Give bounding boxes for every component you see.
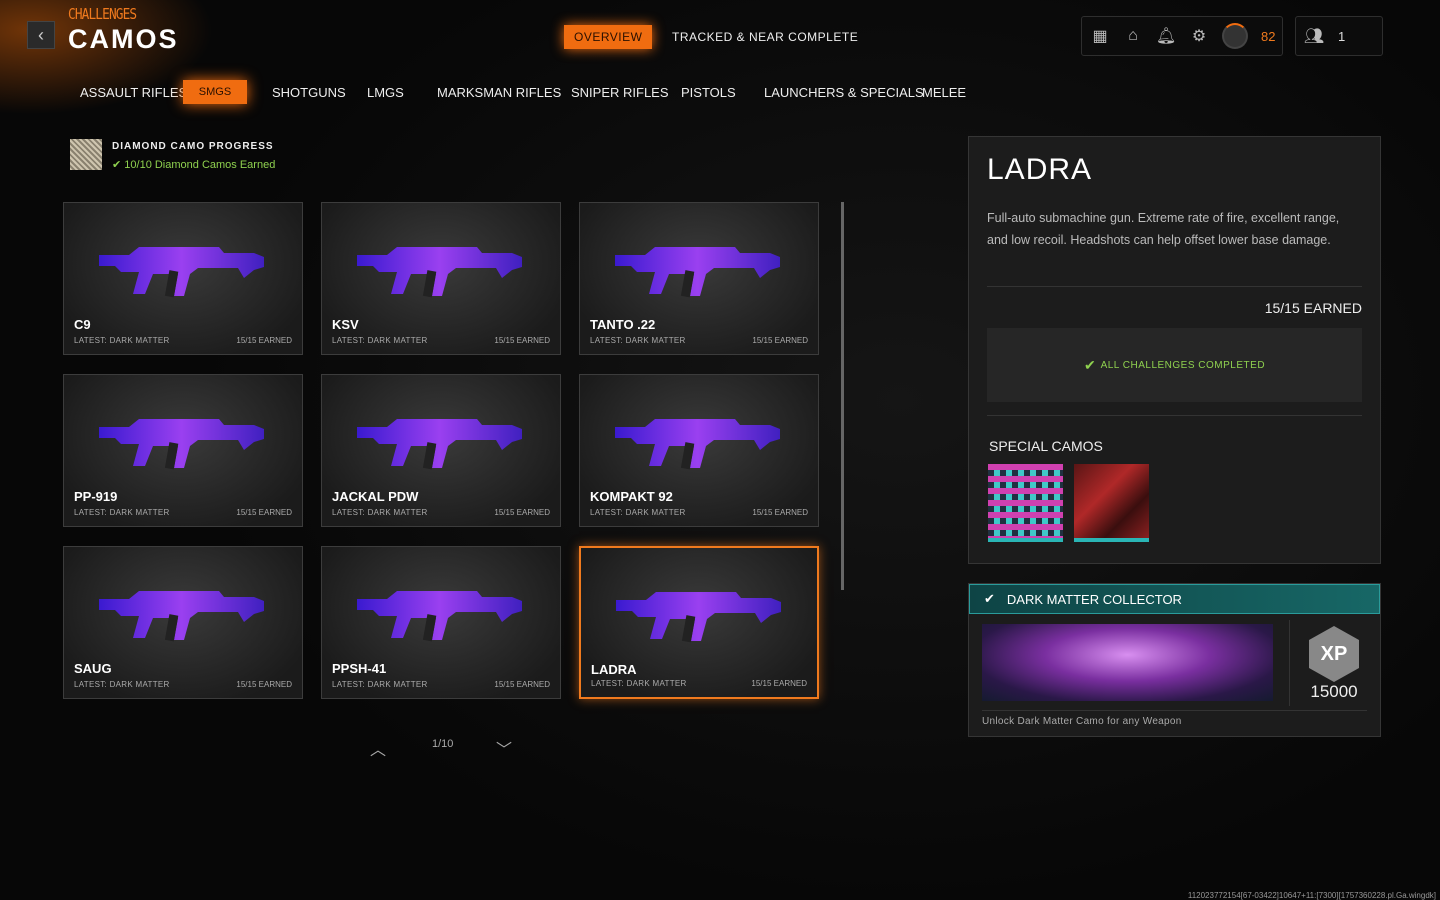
weapon-detail-panel: LADRA Full-auto submachine gun. Extreme … xyxy=(968,136,1381,564)
weapon-card-earned: 15/15 EARNED xyxy=(236,680,292,689)
reward-title: DARK MATTER COLLECTOR xyxy=(1006,591,1182,607)
weapon-card-latest: LATEST: DARK MATTER xyxy=(74,336,170,345)
category-tab-shotguns[interactable]: SHOTGUNS xyxy=(262,80,356,104)
category-tab-melee[interactable]: MELEE xyxy=(912,80,976,104)
party-count: 1 xyxy=(1338,28,1346,44)
diamond-camo-swatch xyxy=(70,139,102,170)
weapon-card[interactable]: C9 LATEST: DARK MATTER 15/15 EARNED xyxy=(63,202,303,355)
check-icon: ✔ xyxy=(112,159,125,171)
weapon-card-earned: 15/15 EARNED xyxy=(752,336,808,345)
weapon-card-name: PPSH-41 xyxy=(332,661,387,676)
weapon-card-earned: 15/15 EARNED xyxy=(494,680,550,689)
check-icon: ✔ xyxy=(984,591,995,606)
xp-icon: XP xyxy=(1309,626,1359,682)
challenges-status: ✔ ALL CHALLENGES COMPLETED xyxy=(987,328,1362,402)
weapon-card-name: KSV xyxy=(332,317,359,332)
page-indicator: 1/10 xyxy=(432,738,454,750)
weapon-card-name: JACKAL PDW xyxy=(332,489,419,504)
gear-icon[interactable]: ⚙ xyxy=(1189,26,1209,46)
weapon-card-name: PP-919 xyxy=(74,489,118,504)
weapon-card[interactable]: JACKAL PDW LATEST: DARK MATTER 15/15 EARNE… xyxy=(321,374,561,527)
weapon-card[interactable]: LADRA LATEST: DARK MATTER 15/15 EARNED xyxy=(579,546,819,699)
weapon-description: Full-auto submachine gun. Extreme rate o… xyxy=(987,211,1340,247)
earned-count: 15/15 EARNED xyxy=(1264,300,1362,316)
weapon-card-latest: LATEST: DARK MATTER xyxy=(74,680,170,689)
page-up-icon[interactable]: ︿ xyxy=(370,736,386,760)
page-title: CAMOS xyxy=(68,24,179,54)
weapon-card-latest: LATEST: DARK MATTER xyxy=(332,680,428,689)
bell-icon[interactable]: 🔔︎ xyxy=(1156,26,1176,46)
reward-header: ✔ DARK MATTER COLLECTOR xyxy=(969,584,1380,614)
weapon-card-name: TANTO .22 xyxy=(590,317,656,332)
divider xyxy=(987,286,1362,287)
weapon-card-earned: 15/15 EARNED xyxy=(751,679,807,688)
breadcrumb: CHALLENGES xyxy=(68,5,137,23)
party-icon: 👥︎ xyxy=(1303,28,1325,45)
weapon-card[interactable]: PPSH-41 LATEST: DARK MATTER 15/15 EARNED xyxy=(321,546,561,699)
weapon-card-name: SAUG xyxy=(74,661,112,676)
check-icon: ✔ xyxy=(1083,356,1101,373)
category-tab-smgs[interactable]: SMGS xyxy=(183,80,247,104)
weapon-card-name: LADRA xyxy=(591,662,637,677)
diamond-progress-status: ✔ 10/10 Diamond Camos Earned xyxy=(112,158,275,171)
divider xyxy=(987,415,1362,416)
weapon-card-latest: LATEST: DARK MATTER xyxy=(332,336,428,345)
divider xyxy=(982,710,1367,711)
category-tab-assault-rifles[interactable]: ASSAULT RIFLES xyxy=(70,80,197,104)
weapon-card[interactable]: PP-919 LATEST: DARK MATTER 15/15 EARNED xyxy=(63,374,303,527)
weapon-card-latest: LATEST: DARK MATTER xyxy=(591,679,687,688)
category-tab-sniper-rifles[interactable]: SNIPER RIFLES xyxy=(561,80,679,104)
weapon-card-latest: LATEST: DARK MATTER xyxy=(332,508,428,517)
weapon-card-name: C9 xyxy=(74,317,91,332)
weapon-card[interactable]: KOMPAKT 92 LATEST: DARK MATTER 15/15 EARNE… xyxy=(579,374,819,527)
top-icon-bar: ▦ ⌂ 🔔︎ ⚙ 82 xyxy=(1081,16,1283,56)
tab-overview[interactable]: OVERVIEW xyxy=(564,25,653,49)
diamond-progress-title: DIAMOND CAMO PROGRESS xyxy=(112,141,274,152)
challenges-status-text: ALL CHALLENGES COMPLETED xyxy=(1100,359,1266,371)
category-tab-lmgs[interactable]: LMGS xyxy=(357,80,414,104)
build-string: 112023772154[67-03422]10647+11:[7300][17… xyxy=(1187,891,1436,900)
reward-description: Unlock Dark Matter Camo for any Weapon xyxy=(982,716,1182,727)
barracks-icon[interactable]: ⌂ xyxy=(1123,26,1143,46)
special-camo-digital[interactable] xyxy=(988,464,1063,542)
weapon-card-latest: LATEST: DARK MATTER xyxy=(590,336,686,345)
weapon-card-latest: LATEST: DARK MATTER xyxy=(590,508,686,517)
avatar[interactable] xyxy=(1222,23,1248,49)
back-button[interactable]: ‹ xyxy=(27,21,55,49)
special-camo-red[interactable] xyxy=(1074,464,1149,542)
player-level: 82 xyxy=(1261,28,1276,44)
weapon-card-earned: 15/15 EARNED xyxy=(752,508,808,517)
scrollbar[interactable] xyxy=(841,202,844,590)
reward-calling-card xyxy=(982,624,1273,701)
diamond-status-text: 10/10 Diamond Camos Earned xyxy=(124,159,276,171)
category-tab-marksman-rifles[interactable]: MARKSMAN RIFLES xyxy=(427,80,571,104)
weapon-name: LADRA xyxy=(987,153,1093,186)
weapon-card-earned: 15/15 EARNED xyxy=(236,336,292,345)
weapon-card-earned: 15/15 EARNED xyxy=(236,508,292,517)
weapon-card[interactable]: SAUG LATEST: DARK MATTER 15/15 EARNED xyxy=(63,546,303,699)
page-down-icon[interactable]: ﹀ xyxy=(496,736,512,760)
reward-panel: ✔ DARK MATTER COLLECTOR XP 15000 Unlock D… xyxy=(968,583,1381,737)
divider xyxy=(1289,620,1290,706)
tab-tracked[interactable]: TRACKED & NEAR COMPLETE xyxy=(662,25,868,49)
weapon-card-name: KOMPAKT 92 xyxy=(590,489,673,504)
category-tab-pistols[interactable]: PISTOLS xyxy=(671,80,746,104)
grid-menu-icon[interactable]: ▦ xyxy=(1090,26,1110,46)
weapon-card[interactable]: KSV LATEST: DARK MATTER 15/15 EARNED xyxy=(321,202,561,355)
party-button[interactable]: 👥︎ 1 xyxy=(1295,16,1383,56)
special-camos-title: SPECIAL CAMOS xyxy=(989,438,1103,454)
category-tab-launchers-specials[interactable]: LAUNCHERS & SPECIALS xyxy=(754,80,934,104)
weapon-card-earned: 15/15 EARNED xyxy=(494,336,550,345)
weapon-card-earned: 15/15 EARNED xyxy=(494,508,550,517)
weapon-card-latest: LATEST: DARK MATTER xyxy=(74,508,170,517)
weapon-card[interactable]: TANTO .22 LATEST: DARK MATTER 15/15 EARNED xyxy=(579,202,819,355)
xp-value: 15000 xyxy=(1310,682,1358,701)
